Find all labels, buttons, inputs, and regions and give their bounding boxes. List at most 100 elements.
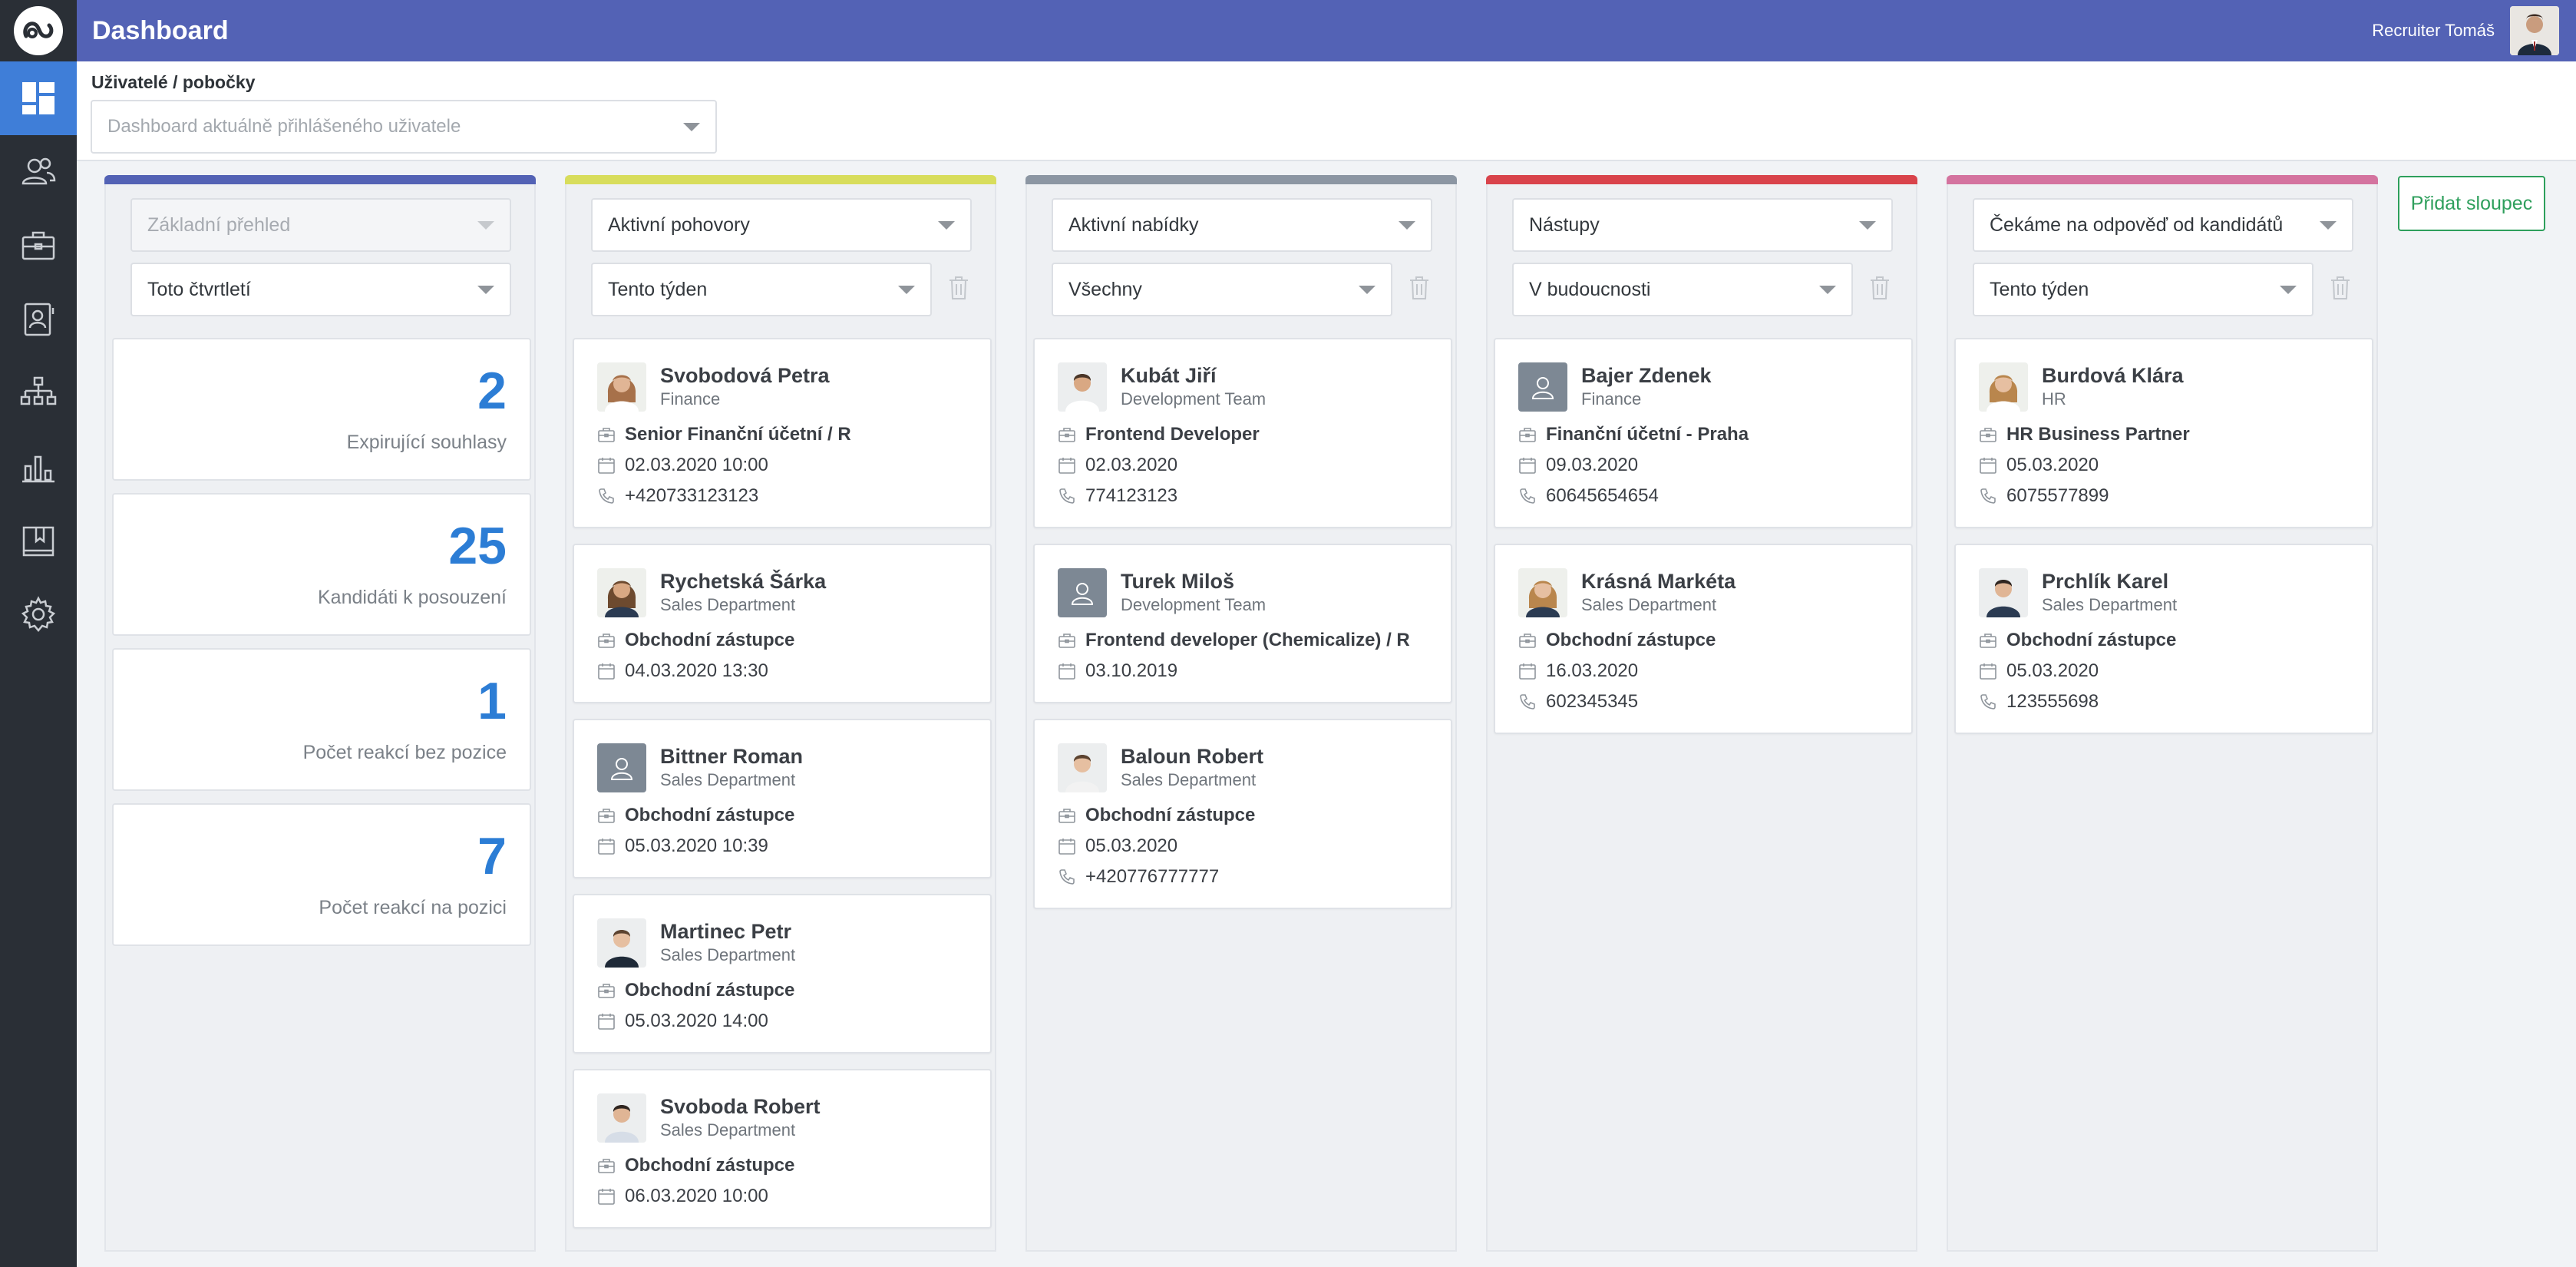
candidate-name[interactable]: Bajer Zdenek	[1581, 362, 1712, 389]
column-period-select[interactable]: Všechny	[1052, 263, 1392, 316]
candidate-date-row: 05.03.2020 10:39	[597, 831, 967, 862]
user-branch-select[interactable]: Dashboard aktuálně přihlášeného uživatel…	[91, 100, 717, 154]
column-type-select[interactable]: Nástupy	[1512, 198, 1893, 252]
candidate-card[interactable]: Martinec Petr Sales Department Obchodní zá…	[573, 894, 992, 1054]
candidate-name[interactable]: Krásná Markéta	[1581, 568, 1735, 594]
candidate-name[interactable]: Turek Miloš	[1121, 568, 1266, 594]
sidebar-item-library[interactable]	[0, 504, 77, 577]
candidate-date: 02.03.2020	[1085, 455, 1178, 475]
calendar-icon	[1519, 663, 1536, 680]
column-type-select[interactable]: Aktivní pohovory	[591, 198, 972, 252]
stat-card[interactable]: 7 Počet reakcí na pozici	[112, 803, 531, 946]
column-type-select[interactable]: Aktivní nabídky	[1052, 198, 1432, 252]
candidate-phone[interactable]: 6075577899	[2006, 481, 2109, 511]
candidate-date-row: 16.03.2020	[1518, 656, 1888, 686]
app-logo[interactable]	[0, 0, 77, 61]
candidate-name[interactable]: Bittner Roman	[660, 743, 803, 769]
candidate-phone[interactable]: +420733123123	[625, 481, 758, 511]
briefcase-icon	[598, 984, 615, 998]
column-period-select[interactable]: V budoucnosti	[1512, 263, 1853, 316]
candidate-name[interactable]: Kubát Jiří	[1121, 362, 1266, 389]
chevron-down-icon	[2280, 286, 2297, 294]
briefcase-icon	[1980, 634, 1996, 648]
candidate-phone[interactable]: 774123123	[1085, 481, 1177, 511]
candidate-position-row: Frontend developer (Chemicalize) / R	[1058, 625, 1428, 656]
candidate-position-row: Senior Finanční účetní / R	[597, 419, 967, 450]
candidate-phone[interactable]: +420776777777	[1085, 862, 1219, 892]
briefcase-icon	[1058, 634, 1075, 648]
candidate-department: HR	[2042, 389, 2066, 409]
sidebar-item-positions[interactable]	[0, 209, 77, 283]
column-period-select[interactable]: Tento týden	[1973, 263, 2313, 316]
candidate-name[interactable]: Prchlík Karel	[2042, 568, 2177, 594]
trash-icon[interactable]	[1408, 275, 1431, 301]
candidate-name[interactable]: Baloun Robert	[1121, 743, 1263, 769]
phone-icon	[1520, 488, 1535, 504]
candidate-name[interactable]: Svobodová Petra	[660, 362, 830, 389]
sidebar-item-contacts[interactable]	[0, 283, 77, 356]
avatar[interactable]	[2510, 6, 2559, 55]
candidate-position-row: Obchodní zástupce	[1518, 625, 1888, 656]
candidate-card[interactable]: Bittner Roman Sales Department Obchodní zá…	[573, 719, 992, 878]
candidate-position: Obchodní zástupce	[2006, 630, 2177, 650]
candidate-phone[interactable]: 602345345	[1546, 686, 1638, 717]
candidate-name[interactable]: Burdová Klára	[2042, 362, 2184, 389]
candidate-card[interactable]: Prchlík Karel Sales Department Obchodní zá…	[1954, 544, 2373, 734]
candidate-position: HR Business Partner	[2006, 424, 2190, 445]
candidate-card[interactable]: Svoboda Robert Sales Department Obchodní z…	[573, 1069, 992, 1229]
phone-icon	[1980, 694, 1996, 710]
column-type-select[interactable]: Základní přehled	[130, 198, 511, 252]
sidebar-item-settings[interactable]	[0, 577, 77, 651]
briefcase-icon	[598, 428, 615, 442]
candidate-card[interactable]: Svobodová Petra Finance Senior Finanční úč…	[573, 338, 992, 528]
column-period-select[interactable]: Toto čtvrtletí	[130, 263, 511, 316]
candidate-card[interactable]: Rychetská Šárka Sales Department Obchodní …	[573, 544, 992, 703]
stat-value: 25	[448, 517, 507, 575]
user-branch-select-placeholder: Dashboard aktuálně přihlášeného uživatel…	[107, 116, 461, 137]
candidate-department: Sales Department	[1121, 770, 1257, 789]
sidebar-item-organization[interactable]	[0, 356, 77, 430]
add-column-button[interactable]: Přidat sloupec	[2398, 176, 2545, 231]
candidate-name[interactable]: Svoboda Robert	[660, 1093, 821, 1120]
candidate-list: Svobodová Petra Finance Senior Finanční úč…	[573, 338, 992, 1244]
sidebar-item-dashboard[interactable]	[0, 61, 77, 135]
stat-card[interactable]: 2 Expirující souhlasy	[112, 338, 531, 481]
stat-card[interactable]: 25 Kandidáti k posouzení	[112, 493, 531, 636]
column-color-bar	[104, 175, 536, 184]
candidate-date-row: 02.03.2020 10:00	[597, 450, 967, 481]
candidate-name[interactable]: Martinec Petr	[660, 918, 795, 944]
column-period-select[interactable]: Tento týden	[591, 263, 932, 316]
trash-icon[interactable]	[2329, 275, 2352, 301]
candidate-card[interactable]: Kubát Jiří Development Team Frontend Devel…	[1033, 338, 1452, 528]
candidate-card[interactable]: Burdová Klára HR HR Business Partner 05.03.…	[1954, 338, 2373, 528]
sidebar-item-reports[interactable]	[0, 430, 77, 504]
column-type-select[interactable]: Čekáme na odpověď od kandidátů	[1973, 198, 2353, 252]
stat-label: Počet reakcí bez pozice	[302, 742, 507, 763]
candidate-phone[interactable]: 123555698	[2006, 686, 2099, 717]
dashboard-column-stats: Základní přehled Toto čtvrtletí 2 Expiruj…	[104, 175, 536, 1252]
trash-icon[interactable]	[947, 275, 970, 301]
trash-icon[interactable]	[1868, 275, 1891, 301]
candidate-list: Kubát Jiří Development Team Frontend Devel…	[1033, 338, 1452, 925]
sidebar-item-users[interactable]	[0, 135, 77, 209]
candidate-department: Finance	[1581, 389, 1642, 409]
calendar-icon	[598, 458, 615, 474]
candidate-card[interactable]: Baloun Robert Sales Department Obchodní zá…	[1033, 719, 1452, 909]
candidate-phone[interactable]: 60645654654	[1546, 481, 1659, 511]
stat-label: Kandidáti k posouzení	[317, 587, 507, 608]
candidate-position: Frontend developer (Chemicalize) / R	[1085, 630, 1410, 650]
candidate-department: Finance	[660, 389, 721, 409]
candidate-card[interactable]: Turek Miloš Development Team Frontend deve…	[1033, 544, 1452, 703]
current-user-name[interactable]: Recruiter Tomáš	[2372, 21, 2495, 41]
avatar	[597, 918, 646, 968]
candidate-card[interactable]: Krásná Markéta Sales Department Obchodní z…	[1494, 544, 1913, 734]
calendar-icon	[1980, 458, 1996, 474]
stat-value: 2	[477, 362, 507, 420]
candidate-name[interactable]: Rychetská Šárka	[660, 568, 826, 594]
phone-icon	[1059, 869, 1075, 885]
stat-card[interactable]: 1 Počet reakcí bez pozice	[112, 648, 531, 791]
candidate-card[interactable]: Bajer Zdenek Finance Finanční účetní - Pra…	[1494, 338, 1913, 528]
phone-icon	[599, 488, 614, 504]
avatar	[597, 743, 646, 792]
dashboard-icon	[22, 82, 54, 114]
